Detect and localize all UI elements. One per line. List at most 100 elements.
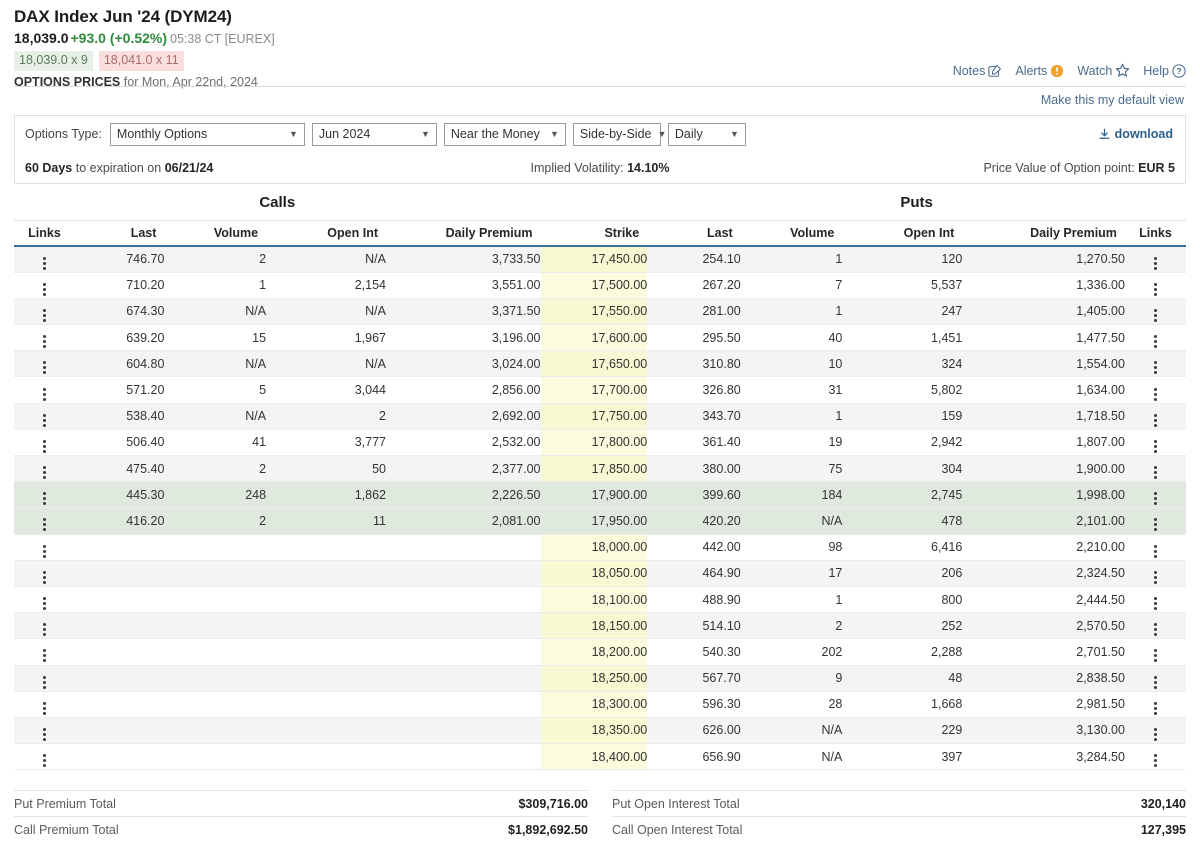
table-row[interactable]: 710.2012,1543,551.0017,500.00267.2075,53…	[14, 272, 1186, 298]
table-row[interactable]: 18,000.00442.00986,4162,210.00	[14, 534, 1186, 560]
table-row[interactable]: 416.202112,081.0017,950.00420.20N/A4782,…	[14, 508, 1186, 534]
kebab-menu-icon[interactable]	[1154, 466, 1157, 479]
row-links-put[interactable]	[1125, 298, 1186, 324]
star-icon[interactable]	[1115, 63, 1130, 78]
notes-link[interactable]: Notes	[953, 64, 1003, 78]
kebab-menu-icon[interactable]	[1154, 597, 1157, 610]
kebab-menu-icon[interactable]	[43, 754, 46, 767]
table-row[interactable]: 18,400.00656.90N/A3973,284.50	[14, 744, 1186, 770]
row-links-call[interactable]	[14, 272, 75, 298]
kebab-menu-icon[interactable]	[43, 309, 46, 322]
row-links-call[interactable]	[14, 482, 75, 508]
kebab-menu-icon[interactable]	[43, 361, 46, 374]
kebab-menu-icon[interactable]	[1154, 414, 1157, 427]
table-row[interactable]: 18,050.00464.90172062,324.50	[14, 560, 1186, 586]
kebab-menu-icon[interactable]	[43, 492, 46, 505]
kebab-menu-icon[interactable]	[43, 257, 46, 270]
row-links-put[interactable]	[1125, 456, 1186, 482]
make-default-view-link[interactable]: Make this my default view	[1041, 93, 1184, 107]
row-links-call[interactable]	[14, 639, 75, 665]
kebab-menu-icon[interactable]	[43, 466, 46, 479]
kebab-menu-icon[interactable]	[43, 571, 46, 584]
row-links-put[interactable]	[1125, 639, 1186, 665]
table-row[interactable]: 445.302481,8622,226.5017,900.00399.60184…	[14, 482, 1186, 508]
row-links-call[interactable]	[14, 691, 75, 717]
kebab-menu-icon[interactable]	[1154, 257, 1157, 270]
row-links-put[interactable]	[1125, 429, 1186, 455]
row-links-call[interactable]	[14, 403, 75, 429]
row-links-call[interactable]	[14, 246, 75, 272]
kebab-menu-icon[interactable]	[43, 623, 46, 636]
col-strike[interactable]: Strike	[541, 220, 648, 246]
row-links-put[interactable]	[1125, 534, 1186, 560]
question-circle-icon[interactable]: ?	[1172, 64, 1186, 78]
row-links-put[interactable]	[1125, 691, 1186, 717]
table-row[interactable]: 18,200.00540.302022,2882,701.50	[14, 639, 1186, 665]
kebab-menu-icon[interactable]	[1154, 283, 1157, 296]
kebab-menu-icon[interactable]	[1154, 518, 1157, 531]
kebab-menu-icon[interactable]	[43, 649, 46, 662]
col-put-open-int[interactable]: Open Int	[842, 220, 962, 246]
kebab-menu-icon[interactable]	[43, 335, 46, 348]
row-links-put[interactable]	[1125, 351, 1186, 377]
table-row[interactable]: 639.20151,9673,196.0017,600.00295.50401,…	[14, 325, 1186, 351]
row-links-put[interactable]	[1125, 482, 1186, 508]
row-links-call[interactable]	[14, 508, 75, 534]
frequency-select[interactable]: Daily ▼	[668, 123, 746, 146]
kebab-menu-icon[interactable]	[1154, 361, 1157, 374]
row-links-put[interactable]	[1125, 560, 1186, 586]
row-links-call[interactable]	[14, 560, 75, 586]
kebab-menu-icon[interactable]	[43, 545, 46, 558]
row-links-put[interactable]	[1125, 744, 1186, 770]
row-links-put[interactable]	[1125, 586, 1186, 612]
row-links-call[interactable]	[14, 298, 75, 324]
col-call-open-int[interactable]: Open Int	[266, 220, 386, 246]
notes-edit-icon[interactable]	[988, 64, 1002, 78]
kebab-menu-icon[interactable]	[1154, 754, 1157, 767]
row-links-put[interactable]	[1125, 613, 1186, 639]
layout-select[interactable]: Side-by-Side ▼	[573, 123, 661, 146]
kebab-menu-icon[interactable]	[43, 440, 46, 453]
col-call-volume[interactable]: Volume	[164, 220, 266, 246]
row-links-put[interactable]	[1125, 665, 1186, 691]
col-call-last[interactable]: Last	[75, 220, 164, 246]
alert-exclamation-icon[interactable]	[1050, 64, 1064, 78]
options-type-select[interactable]: Monthly Options ▼	[110, 123, 305, 146]
download-button[interactable]: download	[1098, 127, 1175, 141]
kebab-menu-icon[interactable]	[1154, 440, 1157, 453]
kebab-menu-icon[interactable]	[43, 518, 46, 531]
alerts-link[interactable]: Alerts	[1015, 64, 1064, 78]
col-put-links[interactable]: Links	[1125, 220, 1186, 246]
table-row[interactable]: 506.40413,7772,532.0017,800.00361.40192,…	[14, 429, 1186, 455]
col-put-volume[interactable]: Volume	[741, 220, 843, 246]
expiration-select[interactable]: Jun 2024 ▼	[312, 123, 437, 146]
row-links-call[interactable]	[14, 717, 75, 743]
row-links-put[interactable]	[1125, 403, 1186, 429]
help-link[interactable]: Help ?	[1143, 64, 1186, 78]
col-call-daily-premium[interactable]: Daily Premium	[386, 220, 541, 246]
col-put-daily-premium[interactable]: Daily Premium	[962, 220, 1125, 246]
row-links-call[interactable]	[14, 744, 75, 770]
kebab-menu-icon[interactable]	[43, 414, 46, 427]
table-row[interactable]: 538.40N/A22,692.0017,750.00343.7011591,7…	[14, 403, 1186, 429]
kebab-menu-icon[interactable]	[43, 728, 46, 741]
row-links-put[interactable]	[1125, 377, 1186, 403]
row-links-put[interactable]	[1125, 508, 1186, 534]
table-row[interactable]: 18,350.00626.00N/A2293,130.00	[14, 717, 1186, 743]
kebab-menu-icon[interactable]	[1154, 702, 1157, 715]
row-links-put[interactable]	[1125, 246, 1186, 272]
table-row[interactable]: 571.2053,0442,856.0017,700.00326.80315,8…	[14, 377, 1186, 403]
row-links-put[interactable]	[1125, 325, 1186, 351]
kebab-menu-icon[interactable]	[1154, 545, 1157, 558]
kebab-menu-icon[interactable]	[43, 283, 46, 296]
kebab-menu-icon[interactable]	[43, 388, 46, 401]
kebab-menu-icon[interactable]	[43, 702, 46, 715]
kebab-menu-icon[interactable]	[1154, 649, 1157, 662]
row-links-call[interactable]	[14, 429, 75, 455]
row-links-call[interactable]	[14, 456, 75, 482]
row-links-call[interactable]	[14, 351, 75, 377]
row-links-call[interactable]	[14, 586, 75, 612]
kebab-menu-icon[interactable]	[1154, 388, 1157, 401]
col-put-last[interactable]: Last	[647, 220, 741, 246]
table-row[interactable]: 18,100.00488.9018002,444.50	[14, 586, 1186, 612]
